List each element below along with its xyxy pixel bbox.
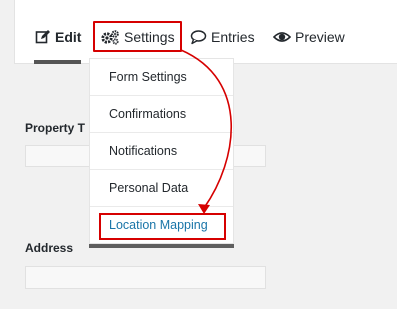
gears-icon <box>100 29 120 45</box>
tab-entries-label: Entries <box>211 29 255 45</box>
form-editor-screen: Edit Settings Entries Preview Property T… <box>0 0 397 309</box>
tab-preview[interactable]: Preview <box>273 28 345 46</box>
menu-item-form-settings[interactable]: Form Settings <box>90 59 233 96</box>
active-tab-indicator <box>34 60 81 64</box>
menu-item-personal-data[interactable]: Personal Data <box>90 170 233 207</box>
menu-item-location-mapping[interactable]: Location Mapping <box>90 207 233 243</box>
speech-bubble-icon <box>190 29 207 45</box>
tab-edit[interactable]: Edit <box>35 28 81 46</box>
dropdown-bottom-bar <box>89 244 234 248</box>
eye-icon <box>273 29 291 45</box>
form-editor-toolbar: Edit Settings Entries Preview <box>14 0 397 64</box>
tab-settings-label: Settings <box>124 29 175 45</box>
menu-item-confirmations[interactable]: Confirmations <box>90 96 233 133</box>
edit-icon <box>35 29 51 45</box>
address-label: Address <box>25 241 74 255</box>
address-input[interactable] <box>25 266 266 289</box>
property-type-label: Property T <box>25 121 86 135</box>
tab-entries[interactable]: Entries <box>190 28 255 46</box>
tab-settings[interactable]: Settings <box>100 28 175 46</box>
tab-edit-label: Edit <box>55 29 82 45</box>
menu-item-notifications[interactable]: Notifications <box>90 133 233 170</box>
settings-dropdown-menu: Form Settings Confirmations Notification… <box>89 58 234 244</box>
tab-preview-label: Preview <box>295 29 345 45</box>
